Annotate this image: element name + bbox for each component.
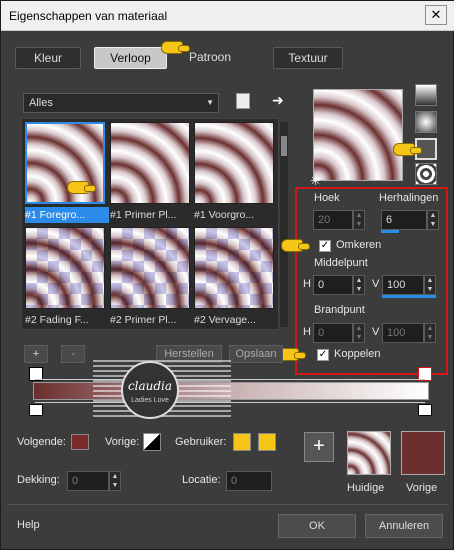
mid-v-input[interactable]: 100 bbox=[382, 275, 424, 295]
arrow-right-icon[interactable]: ➜ bbox=[272, 92, 284, 109]
dekking-stepper[interactable]: ▲ ▼ bbox=[109, 471, 121, 491]
huidige-label: Huidige bbox=[347, 482, 385, 494]
radial-style-button[interactable] bbox=[415, 163, 437, 185]
dekking-input[interactable]: 0 bbox=[67, 471, 109, 491]
hoek-input[interactable]: 20 bbox=[313, 210, 353, 230]
gradient-category-select[interactable]: Alles ▼ bbox=[23, 93, 219, 113]
pointer-hand-icon bbox=[281, 239, 310, 252]
herhalingen-label: Herhalingen bbox=[379, 192, 439, 204]
rectangular-style-button[interactable] bbox=[415, 111, 437, 133]
brand-h-label: H bbox=[303, 326, 311, 338]
locatie-input[interactable]: 0 bbox=[226, 471, 272, 491]
herhalingen-stepper[interactable]: ▲ ▼ bbox=[427, 210, 439, 230]
huidige-swatch[interactable] bbox=[347, 431, 391, 475]
mid-v-slider[interactable] bbox=[382, 295, 436, 298]
watermark-subtext: Ladies Love bbox=[131, 397, 169, 404]
gradient-thumb[interactable] bbox=[25, 227, 105, 309]
pointer-hand-icon bbox=[67, 181, 96, 194]
vorige-swatch-label: Vorige bbox=[406, 482, 438, 494]
locatie-label: Locatie: bbox=[182, 474, 221, 486]
brand-v-label: V bbox=[372, 326, 380, 338]
gradient-thumb[interactable] bbox=[194, 122, 274, 204]
gradient-thumb[interactable] bbox=[110, 122, 190, 204]
gradient-category-value: Alles bbox=[29, 97, 53, 109]
add-gradient-button[interactable]: + bbox=[24, 345, 48, 363]
add-to-swatches-button[interactable]: + bbox=[304, 432, 334, 462]
cancel-button[interactable]: Annuleren bbox=[365, 514, 443, 538]
gebruiker-swatch-2[interactable] bbox=[258, 433, 276, 451]
omkeren-label: Omkeren bbox=[336, 239, 382, 251]
chevron-down-icon: ▼ bbox=[206, 98, 214, 107]
title-bar: Eigenschappen van materiaal ✕ bbox=[1, 1, 454, 31]
gradient-preview[interactable] bbox=[313, 89, 403, 181]
hoek-stepper[interactable]: ▲ ▼ bbox=[353, 210, 365, 230]
help-button[interactable]: Help bbox=[17, 519, 40, 531]
window-title: Eigenschappen van materiaal bbox=[9, 9, 168, 23]
remove-gradient-button[interactable]: - bbox=[61, 345, 85, 363]
brandpunt-label: Brandpunt bbox=[314, 304, 365, 316]
herhalingen-slider[interactable] bbox=[381, 230, 399, 233]
omkeren-checkbox[interactable]: ✓ bbox=[319, 240, 331, 252]
tab-kleur[interactable]: Kleur bbox=[15, 47, 81, 69]
gradient-thumb-label: #1 Voorgro... bbox=[194, 209, 255, 221]
gradient-thumb[interactable] bbox=[110, 227, 190, 309]
pointer-hand-icon bbox=[393, 143, 422, 156]
gebruiker-label: Gebruiker: bbox=[175, 436, 227, 448]
gradient-thumb-label: #2 Fading F... bbox=[25, 314, 89, 326]
brand-h-input[interactable]: 0 bbox=[313, 323, 353, 343]
gradient-thumb-label: #1 Foregro... bbox=[25, 207, 109, 223]
transparency-stop-start[interactable] bbox=[29, 404, 43, 416]
brand-v-stepper[interactable]: ▲ ▼ bbox=[424, 323, 436, 343]
gebruiker-swatch-1[interactable] bbox=[233, 433, 251, 451]
mid-v-label: V bbox=[372, 278, 380, 290]
brand-v-input[interactable]: 100 bbox=[382, 323, 424, 343]
opslaan-button[interactable]: Opslaan bbox=[229, 345, 283, 363]
linear-style-button[interactable] bbox=[415, 84, 437, 106]
gradient-thumb-label: #2 Primer Pl... bbox=[110, 314, 177, 326]
volgende-label: Volgende: bbox=[17, 436, 66, 448]
hoek-label: Hoek bbox=[314, 192, 340, 204]
koppelen-label: Koppelen bbox=[334, 348, 381, 360]
vorige-label: Vorige: bbox=[105, 436, 140, 448]
vorige-color-swatch[interactable] bbox=[401, 431, 445, 475]
divider bbox=[7, 504, 449, 505]
gradient-thumb-label: #2 Vervage... bbox=[194, 314, 256, 326]
mid-h-input[interactable]: 0 bbox=[313, 275, 353, 295]
dialog-window: Eigenschappen van materiaal ✕ Kleur Verl… bbox=[0, 0, 454, 550]
dekking-label: Dekking: bbox=[17, 474, 60, 486]
gradient-thumb-label: #1 Primer Pl... bbox=[110, 209, 177, 221]
document-list-icon[interactable] bbox=[236, 93, 250, 109]
gradient-thumb[interactable] bbox=[194, 227, 274, 309]
tab-verloop[interactable]: Verloop bbox=[94, 47, 167, 69]
koppelen-checkbox[interactable]: ✓ bbox=[317, 349, 329, 361]
tab-textuur[interactable]: Textuur bbox=[273, 47, 343, 69]
mid-h-label: H bbox=[303, 278, 311, 290]
pointer-hand-icon bbox=[161, 41, 190, 54]
brand-h-stepper[interactable]: ▲ ▼ bbox=[353, 323, 365, 343]
ok-button[interactable]: OK bbox=[278, 514, 356, 538]
mid-v-stepper[interactable]: ▲ ▼ bbox=[424, 275, 436, 295]
close-button[interactable]: ✕ bbox=[425, 5, 447, 25]
volgende-swatch[interactable] bbox=[71, 434, 89, 450]
herhalingen-input[interactable]: 6 bbox=[381, 210, 427, 230]
watermark-text: claudia bbox=[127, 379, 173, 393]
scrollbar[interactable] bbox=[280, 122, 288, 327]
middelpunt-label: Middelpunt bbox=[314, 257, 368, 269]
mid-h-stepper[interactable]: ▲ ▼ bbox=[353, 275, 365, 295]
transparency-stop-end[interactable] bbox=[418, 404, 432, 416]
scrollbar-thumb[interactable] bbox=[281, 136, 287, 156]
vorige-gradient-swatch[interactable] bbox=[143, 433, 161, 451]
